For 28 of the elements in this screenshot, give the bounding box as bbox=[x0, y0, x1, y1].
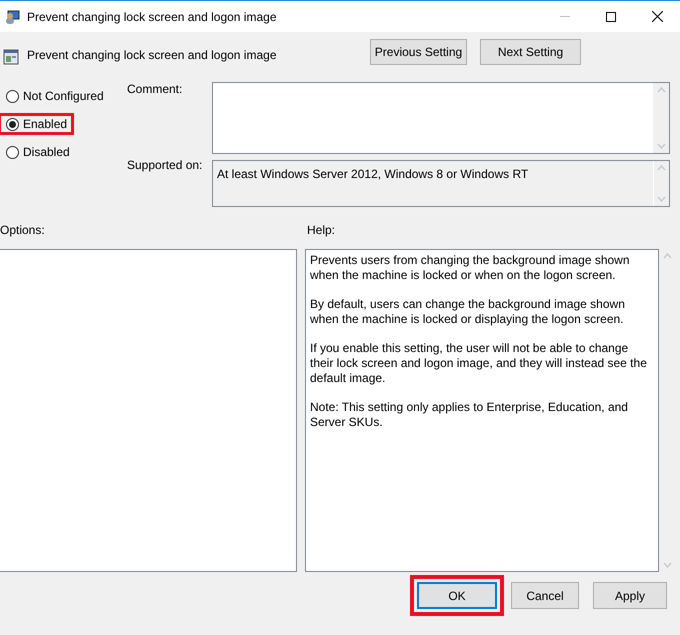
help-label: Help: bbox=[307, 223, 336, 237]
scroll-up-icon[interactable] bbox=[657, 165, 666, 171]
policy-title: Prevent changing lock screen and logon image bbox=[27, 47, 276, 64]
radio-option[interactable]: Not Configured bbox=[0, 85, 111, 107]
dialog-button[interactable]: Cancel bbox=[511, 582, 579, 609]
dialog-button[interactable]: Apply bbox=[593, 582, 667, 609]
supported-on-value: At least Windows Server 2012, Windows 8 or Windows RT bbox=[217, 167, 528, 181]
maximize-icon bbox=[606, 12, 616, 22]
comment-label: Comment: bbox=[127, 81, 182, 98]
scroll-up-icon[interactable] bbox=[656, 87, 666, 93]
scroll-down-icon[interactable] bbox=[662, 562, 672, 568]
close-icon bbox=[652, 11, 662, 22]
dialog-button[interactable]: OK bbox=[417, 582, 497, 609]
help-text: Prevents users from changing the background image shown when the machine is locked or when on the logon screen. By default, users can change the background image shown when the machine is locked or displaying the logon screen. If you enable this setting, the user will not be able to change their lock screen and logon image, and they will instead see the default image. Note: This setting only applies to Enterprise, Education, and Server SKUs. bbox=[309, 252, 648, 431]
nav-button[interactable]: Next Setting bbox=[480, 39, 581, 65]
minimize-icon bbox=[560, 16, 570, 18]
options-label: Options: bbox=[0, 223, 45, 237]
nav-button[interactable]: Previous Setting bbox=[370, 39, 467, 65]
comment-field[interactable] bbox=[212, 82, 670, 154]
policy-icon bbox=[3, 49, 19, 65]
radio-option[interactable]: Disabled bbox=[0, 141, 77, 163]
scroll-down-icon[interactable] bbox=[657, 196, 666, 202]
app-icon bbox=[5, 8, 21, 24]
supported-label: Supported on: bbox=[127, 157, 202, 174]
scroll-down-icon[interactable] bbox=[656, 143, 666, 149]
scroll-up-icon[interactable] bbox=[662, 253, 672, 259]
window-title: Prevent changing lock screen and logon image bbox=[27, 8, 276, 26]
radio-option[interactable]: Enabled bbox=[0, 113, 74, 135]
